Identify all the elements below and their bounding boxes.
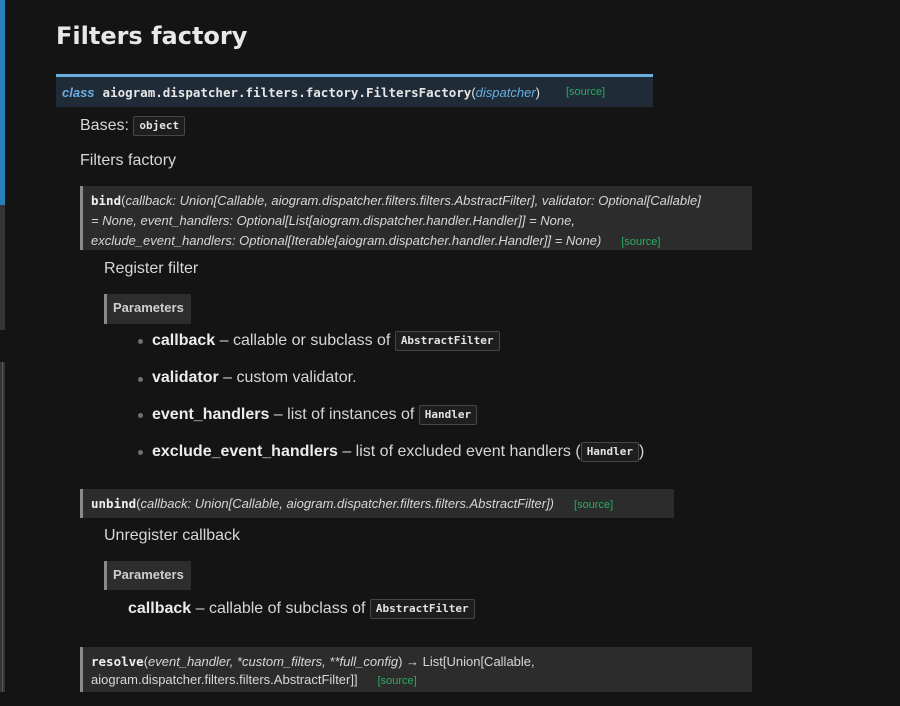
bind-param-exclude-event-handlers: exclude_event_handlers – list of exclude… <box>152 442 644 462</box>
resolve-return-line1: ) → List[Union[Callable, <box>398 654 535 669</box>
class-description: Filters factory <box>80 152 177 169</box>
bind-args-line2: = None, event_handlers: Optional[List[ai… <box>91 213 575 228</box>
sidebar-edge <box>0 205 5 330</box>
unbind-args: callback: Union[Callable, aiogram.dispat… <box>140 496 555 511</box>
param-desc: – custom validator. <box>218 369 357 386</box>
class-param: dispatcher <box>475 84 536 100</box>
param-code: Handler <box>580 442 640 462</box>
sidebar-edge-line <box>2 362 3 692</box>
class-source-link[interactable]: [source] <box>566 86 605 98</box>
unbind-description: Unregister callback <box>104 527 241 544</box>
bullet <box>138 413 143 418</box>
bind-args-line1: callback: Union[Callable, aiogram.dispat… <box>125 193 701 208</box>
class-name: aiogram.dispatcher.filters.factory.Filte… <box>102 84 472 100</box>
unbind-parameters-label: Parameters <box>104 561 191 590</box>
resolve-args: event_handler, *custom_filters, **full_c… <box>148 654 399 669</box>
param-tail: ) <box>639 443 645 461</box>
unbind-source-link[interactable]: [source] <box>574 499 613 511</box>
class-signature: class aiogram.dispatcher.filters.factory… <box>56 74 653 107</box>
class-keyword: class <box>62 84 95 100</box>
bind-param-callback: callback – callable or subclass of Abstr… <box>152 331 500 351</box>
bind-name: bind <box>91 193 122 208</box>
bind-parameters-label: Parameters <box>104 294 191 324</box>
param-name: validator <box>152 369 219 386</box>
unbind-name: unbind <box>91 496 137 511</box>
bind-param-event-handlers: event_handlers – list of instances of Ha… <box>152 405 478 425</box>
sidebar-edge-highlight <box>0 0 5 205</box>
param-code: AbstractFilter <box>394 331 500 351</box>
param-name: exclude_event_handlers <box>152 443 338 461</box>
param-name: event_handlers <box>152 406 270 424</box>
class-close-paren: ) <box>535 84 540 100</box>
bind-signature: bind(callback: Union[Callable, aiogram.d… <box>80 186 752 250</box>
resolve-name: resolve <box>91 654 144 669</box>
page-title: Filters factory <box>56 22 248 50</box>
param-name: callback <box>128 600 192 618</box>
unbind-param-callback: callback – callable of subclass of Abstr… <box>128 599 475 619</box>
resolve-return-line2: aiogram.dispatcher.filters.filters.Abstr… <box>91 672 358 687</box>
bind-args-line3: exclude_event_handlers: Optional[Iterabl… <box>91 233 602 248</box>
param-desc: – callable or subclass of <box>215 332 395 350</box>
bind-source-link[interactable]: [source] <box>621 236 660 248</box>
resolve-source-link[interactable]: [source] <box>378 675 417 687</box>
param-desc: – list of excluded event handlers ( <box>337 443 581 461</box>
param-code: AbstractFilter <box>369 599 475 619</box>
bases-object-code: object <box>133 116 186 136</box>
unbind-signature: unbind(callback: Union[Callable, aiogram… <box>80 489 674 518</box>
resolve-signature: resolve(event_handler, *custom_filters, … <box>80 647 752 692</box>
bullet <box>138 450 143 455</box>
bind-param-validator: validator – custom validator. <box>152 369 357 387</box>
bullet <box>138 339 143 344</box>
bullet <box>138 377 143 382</box>
bases-label: Bases: <box>80 117 129 135</box>
bases-line: Bases: object <box>80 116 186 136</box>
param-code: Handler <box>418 405 478 425</box>
param-desc: – list of instances of <box>269 406 419 424</box>
param-name: callback <box>152 332 216 350</box>
bind-description: Register filter <box>104 260 199 277</box>
param-desc: – callable of subclass of <box>191 600 370 618</box>
